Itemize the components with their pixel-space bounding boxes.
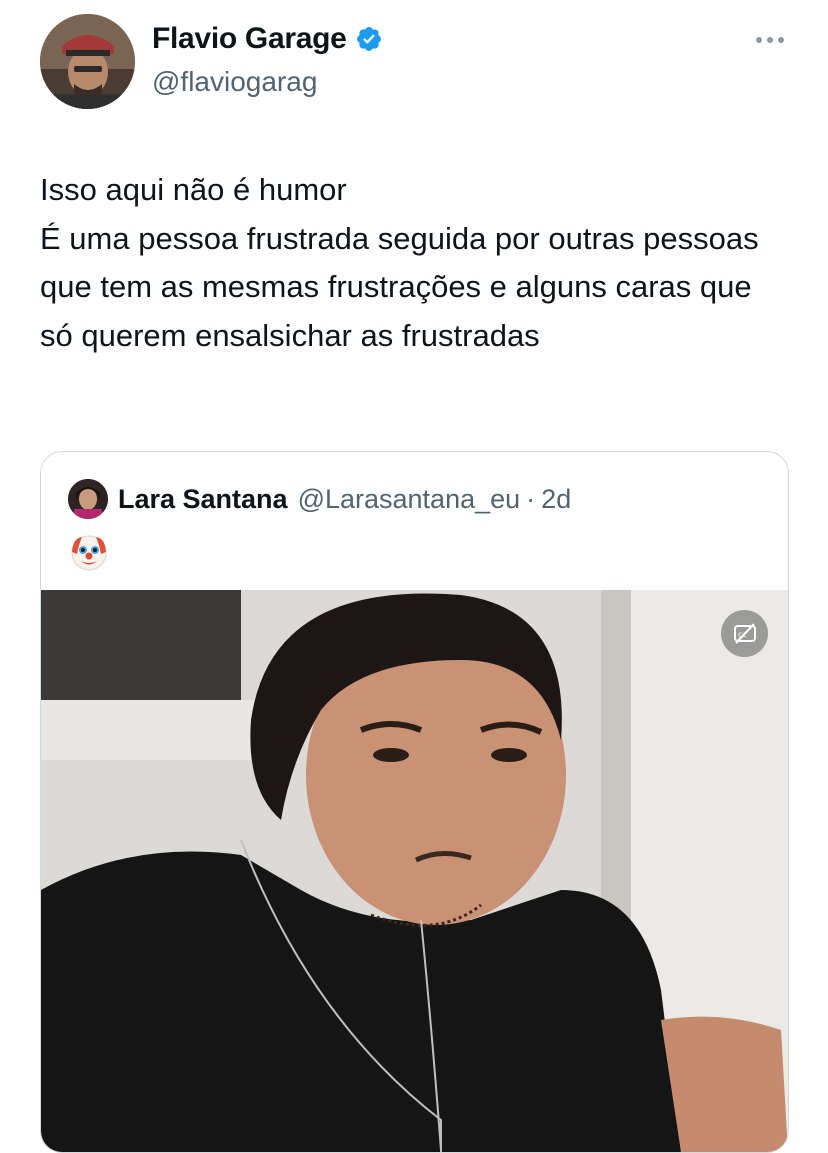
author-display-name[interactable]: Flavio Garage xyxy=(152,22,347,56)
quote-author-avatar[interactable] xyxy=(68,479,108,519)
video-frame-icon xyxy=(41,590,788,1152)
tweet-header: Flavio Garage @flaviogarag xyxy=(0,0,828,130)
quote-separator: · xyxy=(526,483,536,514)
author-name-row: Flavio Garage xyxy=(152,22,383,56)
closed-captions-button[interactable]: cc xyxy=(721,610,768,657)
quote-handle[interactable]: @Larasantana_eu xyxy=(298,484,521,515)
author-handle[interactable]: @flaviogarag xyxy=(152,66,317,98)
quote-video-media[interactable]: cc xyxy=(41,590,788,1152)
verified-badge-icon xyxy=(355,25,383,53)
more-options-icon[interactable] xyxy=(752,30,788,50)
quote-avatar-photo-icon xyxy=(68,479,108,519)
author-avatar[interactable] xyxy=(40,14,135,109)
quote-timestamp[interactable]: 2d xyxy=(541,484,571,515)
quote-header: Lara Santana @Larasantana_eu · 2d xyxy=(68,479,571,519)
tweet-text: Isso aqui não é humor É uma pessoa frust… xyxy=(40,172,759,353)
closed-captions-off-icon: cc xyxy=(733,622,756,644)
avatar-photo-icon xyxy=(40,14,135,109)
quoted-tweet-card[interactable]: Lara Santana @Larasantana_eu · 2d cc xyxy=(40,451,789,1153)
clown-face-icon xyxy=(69,532,109,572)
quote-display-name[interactable]: Lara Santana xyxy=(118,484,288,515)
